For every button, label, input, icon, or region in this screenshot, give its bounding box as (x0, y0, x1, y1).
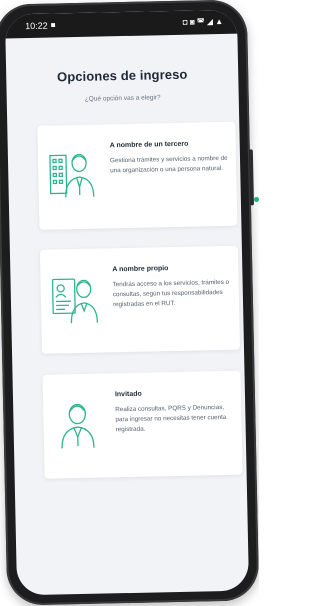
card-description: Tendrás acceso a los servicios, trámites… (112, 278, 230, 309)
page-canvas: 10:22 ■ ◘ ◙ ◚ ◢ ▲ Opciones de ingreso ¿Q… (0, 0, 259, 606)
page-title: Opciones de ingreso (56, 66, 188, 85)
card-text: A nombre de un tercero Gestiona trámites… (110, 140, 229, 176)
status-bar: 10:22 ■ ◘ ◙ ◚ ◢ ▲ (4, 9, 238, 39)
option-card-own-name[interactable]: A nombre propio Tendrás acceso a los ser… (39, 245, 241, 354)
status-indicators: ◘ ◙ ◚ ◢ ▲ (182, 16, 224, 27)
card-title: Invitado (114, 390, 142, 399)
page-subtitle: ¿Qué opción vas a elegir? (84, 94, 161, 103)
card-text: A nombre propio Tendrás acceso a los ser… (112, 264, 231, 310)
guest-person-icon (53, 394, 102, 453)
side-button (248, 149, 254, 206)
status-time: 10:22 (25, 20, 48, 32)
card-description: Realiza consultas, PQRS y Denuncias, par… (115, 403, 227, 434)
card-description: Gestiona trámites y servicios a nombre d… (109, 154, 228, 175)
notification-icon: ■ (50, 20, 56, 30)
app-screen: 10:22 ■ ◘ ◙ ◚ ◢ ▲ Opciones de ingreso ¿Q… (4, 9, 250, 596)
business-person-icon (48, 145, 97, 204)
card-title: A nombre propio (112, 265, 169, 274)
option-card-guest[interactable]: Invitado Realiza consultas, PQRS y Denun… (42, 370, 243, 479)
card-text: Invitado Realiza consultas, PQRS y Denun… (115, 389, 234, 435)
card-title: A nombre de un tercero (109, 140, 189, 150)
option-card-third-party[interactable]: A nombre de un tercero Gestiona trámites… (37, 121, 238, 230)
indicator-dot (254, 197, 259, 202)
status-right: ◘ ◙ ◚ ◢ ▲ (182, 16, 224, 27)
phone-frame: 10:22 ■ ◘ ◙ ◚ ◢ ▲ Opciones de ingreso ¿Q… (0, 0, 259, 606)
person-id-document-icon (50, 269, 99, 328)
status-left: 10:22 ■ (25, 20, 56, 31)
